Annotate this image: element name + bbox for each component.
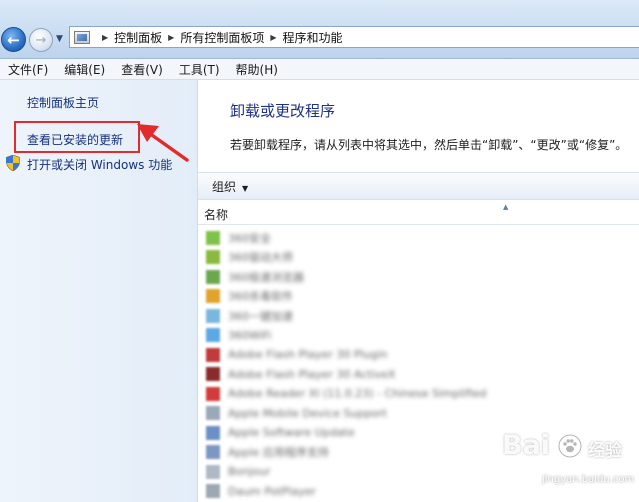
watermark-url: jingyan.baidu.com xyxy=(542,474,635,485)
list-item[interactable]: 360WiFi xyxy=(198,326,639,346)
breadcrumb[interactable]: ▶ 控制面板 ▶ 所有控制面板项 ▶ 程序和功能 xyxy=(69,26,639,48)
program-icon xyxy=(206,230,220,245)
program-name: 360杀毒软件 xyxy=(228,290,293,304)
program-name: Apple Software Update xyxy=(228,426,355,440)
history-dropdown-icon[interactable]: ▼ xyxy=(56,34,63,44)
control-panel-home-link[interactable]: 控制面板主页 xyxy=(27,94,99,111)
list-item[interactable]: 360杀毒软件 xyxy=(198,287,639,307)
breadcrumb-item-programs[interactable]: 程序和功能 xyxy=(283,29,343,46)
list-item[interactable]: 360一键加速 xyxy=(198,306,639,326)
view-installed-updates-link[interactable]: 查看已安装的更新 xyxy=(27,131,123,148)
program-icon xyxy=(206,328,220,343)
program-name: Adobe Flash Player 30 ActiveX xyxy=(228,367,396,381)
program-name: Adobe Reader XI (11.0.23) - Chinese Simp… xyxy=(228,387,487,401)
menu-bar: 文件(F) 编辑(E) 查看(V) 工具(T) 帮助(H) xyxy=(0,59,639,80)
watermark-brand-cn: 经验 xyxy=(588,441,622,461)
list-item[interactable]: 360极速浏览器 xyxy=(198,267,639,287)
back-button[interactable]: ← xyxy=(1,27,26,52)
forward-button[interactable]: → xyxy=(29,28,53,52)
page-title: 卸载或更改程序 xyxy=(230,102,336,120)
organize-label: 组织 xyxy=(212,179,237,194)
menu-file[interactable]: 文件(F) xyxy=(0,61,56,78)
program-icon xyxy=(206,386,220,401)
menu-tools[interactable]: 工具(T) xyxy=(171,61,228,78)
program-name: 360一键加速 xyxy=(228,309,293,323)
program-name: Apple 应用程序支持 xyxy=(228,446,329,460)
address-bar: ← → ▼ ▶ 控制面板 ▶ 所有控制面板项 ▶ 程序和功能 xyxy=(0,0,639,59)
program-icon xyxy=(206,250,220,265)
forward-arrow-icon: → xyxy=(35,32,47,48)
breadcrumb-item-control-panel[interactable]: 控制面板 xyxy=(114,29,162,46)
breadcrumb-separator[interactable]: ▶ xyxy=(270,33,276,42)
control-panel-icon xyxy=(74,30,90,44)
page-description: 若要卸载程序，请从列表中将其选中，然后单击“卸载”、“更改”或“修复”。 xyxy=(230,138,628,152)
back-arrow-icon: ← xyxy=(7,30,20,49)
program-icon xyxy=(206,289,220,304)
program-icon xyxy=(206,425,220,440)
paw-logo-icon xyxy=(558,434,582,458)
program-icon xyxy=(206,347,220,362)
program-icon xyxy=(206,367,220,382)
program-icon xyxy=(206,406,220,421)
toolbar: 组织 ▼ xyxy=(198,172,639,200)
breadcrumb-item-all-items[interactable]: 所有控制面板项 xyxy=(180,29,264,46)
program-name: Adobe Flash Player 30 Plugin xyxy=(228,348,388,362)
program-icon xyxy=(206,464,220,479)
breadcrumb-separator[interactable]: ▶ xyxy=(102,33,108,42)
program-name: Bonjour xyxy=(228,465,271,479)
shield-icon xyxy=(6,155,20,171)
program-name: 360极速浏览器 xyxy=(228,270,304,284)
annotation-arrow-icon xyxy=(137,124,189,162)
program-name: 360驱动大师 xyxy=(228,251,293,265)
list-item[interactable]: Adobe Flash Player 30 ActiveX xyxy=(198,365,639,385)
sort-ascending-icon: ▲ xyxy=(503,203,509,211)
watermark: Bai 经验 jingyan.baidu.com xyxy=(500,430,634,498)
column-header[interactable]: 名称 ▲ xyxy=(198,203,639,225)
program-name: Daum PotPlayer xyxy=(228,484,316,498)
list-item[interactable]: 360安全 xyxy=(198,228,639,248)
program-icon xyxy=(206,445,220,460)
breadcrumb-separator[interactable]: ▶ xyxy=(168,33,174,42)
program-icon xyxy=(206,269,220,284)
program-name: 360WiFi xyxy=(228,328,272,342)
list-item[interactable]: Apple Mobile Device Support xyxy=(198,404,639,424)
menu-edit[interactable]: 编辑(E) xyxy=(56,61,113,78)
program-name: 360安全 xyxy=(228,231,271,245)
list-item[interactable]: 360驱动大师 xyxy=(198,248,639,268)
list-item[interactable]: Adobe Reader XI (11.0.23) - Chinese Simp… xyxy=(198,384,639,404)
watermark-brand: Bai xyxy=(502,430,551,461)
column-name-label[interactable]: 名称 xyxy=(204,206,228,223)
organize-button[interactable]: 组织 ▼ xyxy=(212,178,248,195)
list-item[interactable]: Adobe Flash Player 30 Plugin xyxy=(198,345,639,365)
program-name: Apple Mobile Device Support xyxy=(228,406,387,420)
program-icon xyxy=(206,308,220,323)
chevron-down-icon: ▼ xyxy=(242,183,249,193)
menu-help[interactable]: 帮助(H) xyxy=(228,61,286,78)
program-icon xyxy=(206,484,220,499)
menu-view[interactable]: 查看(V) xyxy=(113,61,171,78)
